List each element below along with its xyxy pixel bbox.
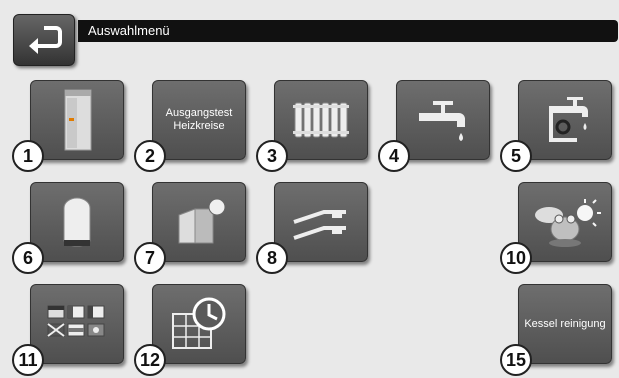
back-arrow-icon — [24, 24, 64, 56]
tile-number: 3 — [256, 140, 288, 172]
header-bar: Auswahlmenü — [8, 8, 618, 66]
tile-number: 11 — [12, 344, 44, 376]
radiator-icon — [291, 99, 351, 141]
tile-heating-circuit[interactable] — [274, 80, 368, 160]
tile-number: 12 — [134, 344, 166, 376]
boiler-icon — [57, 88, 97, 152]
language-flags-icon — [44, 302, 110, 346]
solar-collector-icon — [169, 195, 229, 249]
circulation-tap-icon — [533, 93, 597, 147]
tile-label: Ausgangstest Heizkreise — [165, 107, 233, 132]
tile-number: 4 — [378, 140, 410, 172]
tile-differential-control[interactable] — [274, 182, 368, 262]
weather-frog-icon — [527, 193, 603, 251]
tile-number: 5 — [500, 140, 532, 172]
tile-hot-water[interactable] — [396, 80, 490, 160]
title-bar: Auswahlmenü — [78, 20, 618, 42]
tile-number: 15 — [500, 344, 532, 376]
tile-solar[interactable] — [152, 182, 246, 262]
tile-number: 2 — [134, 140, 166, 172]
tile-time-calendar[interactable] — [152, 284, 246, 364]
page-title: Auswahlmenü — [88, 23, 170, 38]
tile-number: 6 — [12, 242, 44, 274]
tile-boiler-cleaning[interactable]: Kessel reinigung — [518, 284, 612, 364]
tile-label: Kessel reinigung — [524, 317, 606, 330]
tile-circulation[interactable] — [518, 80, 612, 160]
differential-control-icon — [288, 200, 354, 244]
buffer-tank-icon — [60, 194, 94, 250]
tile-number: 1 — [12, 140, 44, 172]
tile-weather-frog[interactable] — [518, 182, 612, 262]
tile-language[interactable] — [30, 284, 124, 364]
tile-number: 7 — [134, 242, 166, 274]
back-button[interactable] — [13, 14, 75, 66]
tile-boiler[interactable] — [30, 80, 124, 160]
tile-buffer-tank[interactable] — [30, 182, 124, 262]
tile-number: 10 — [500, 242, 532, 274]
calendar-clock-icon — [169, 296, 229, 352]
tile-output-test-heating-circuits[interactable]: Ausgangstest Heizkreise — [152, 80, 246, 160]
tile-number: 8 — [256, 242, 288, 274]
tap-icon — [413, 95, 473, 145]
